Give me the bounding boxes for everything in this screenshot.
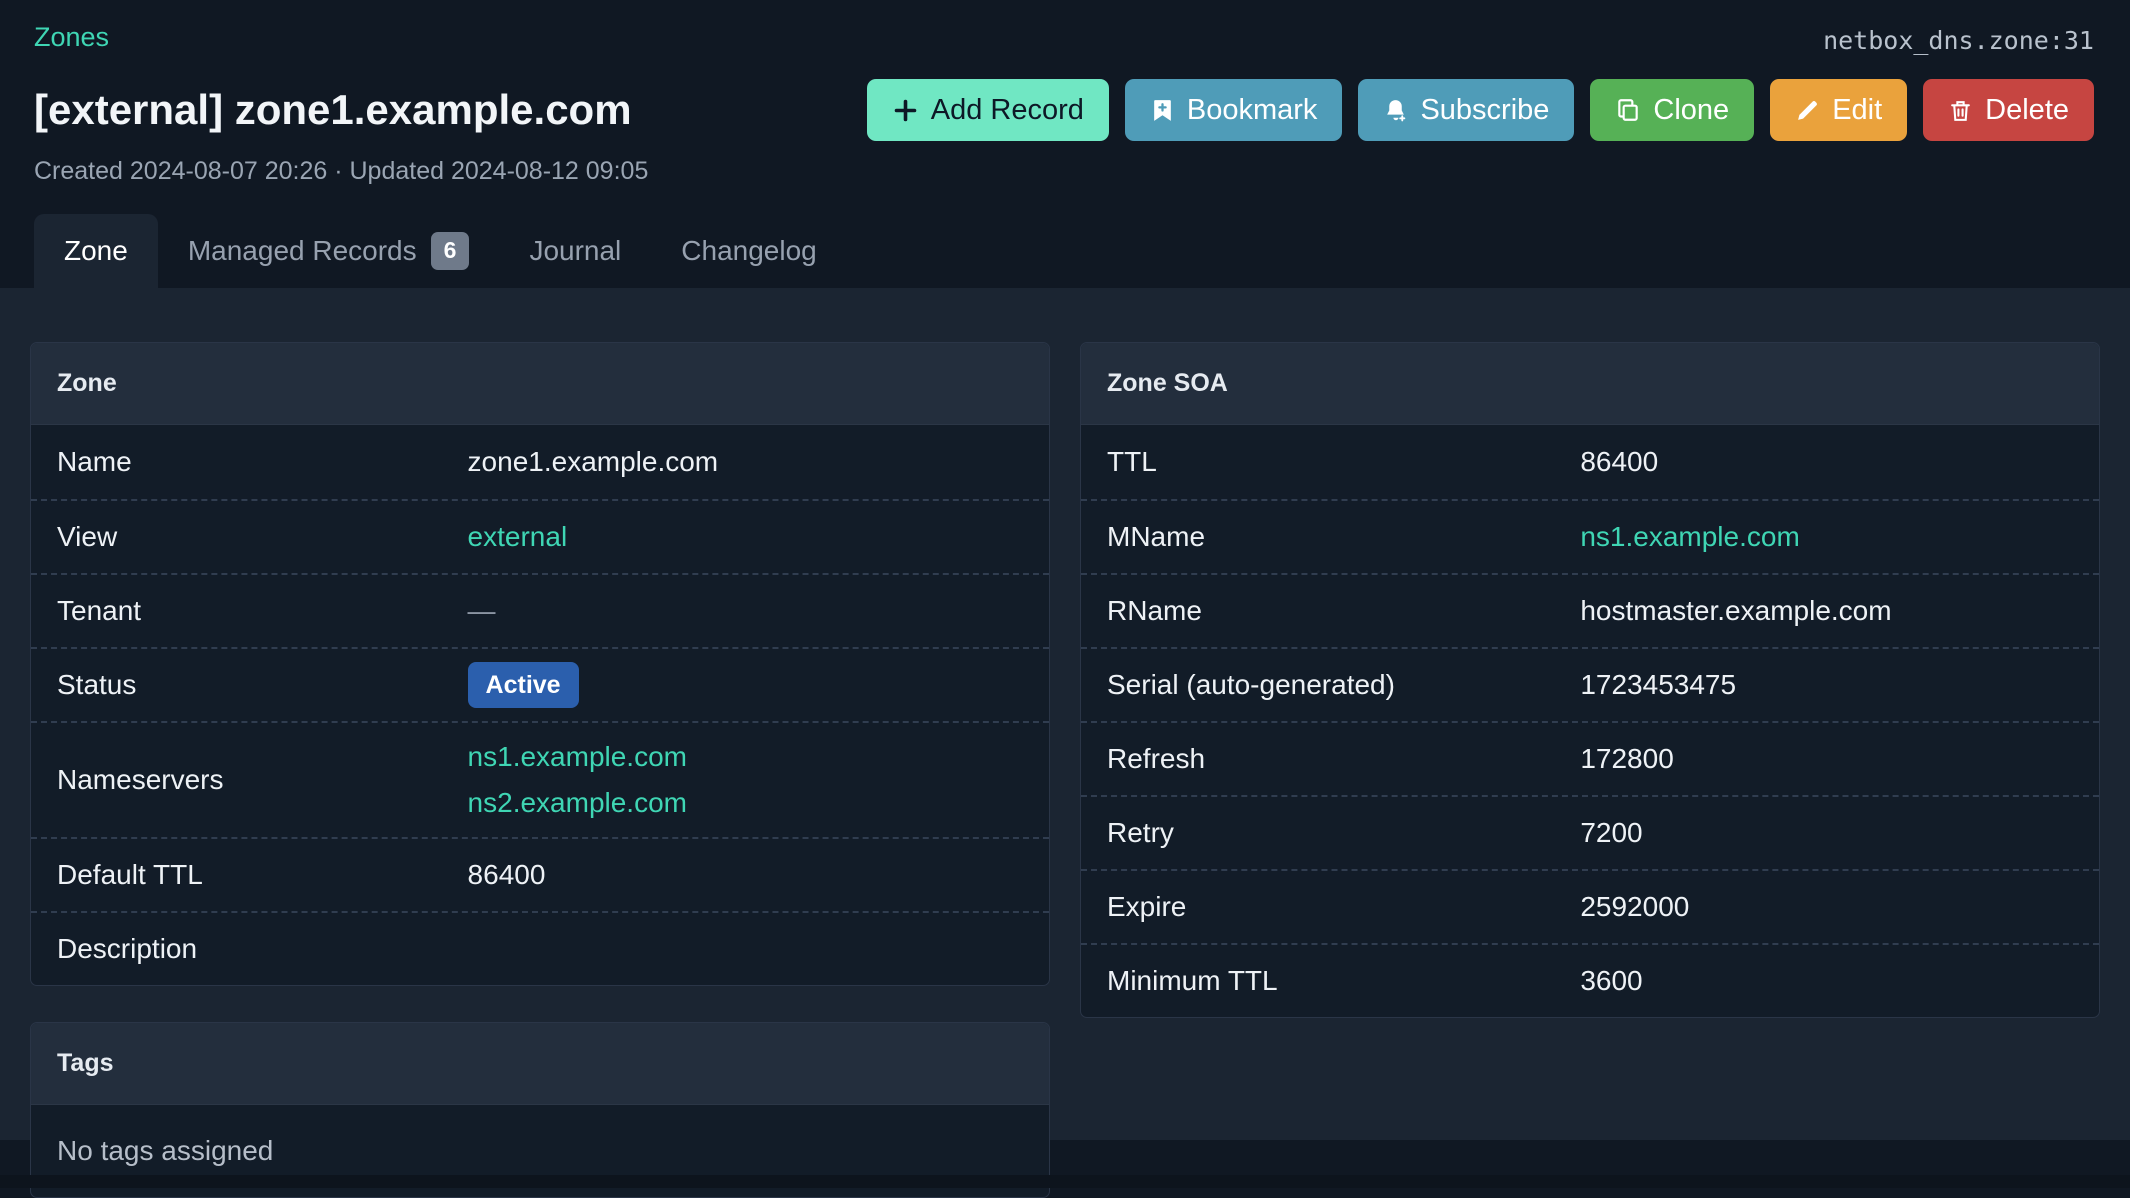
clone-button[interactable]: Clone [1590,79,1755,141]
attr-value: hostmaster.example.com [1580,595,1892,626]
attr-label: Minimum TTL [1107,965,1278,996]
bookmark-button[interactable]: Bookmark [1124,79,1343,141]
add-record-button[interactable]: Add Record [866,79,1109,141]
attr-value: zone1.example.com [467,446,719,477]
attr-label: Serial (auto-generated) [1107,669,1395,700]
bell-icon [1383,98,1408,123]
table-row-expire: Expire 2592000 [1081,869,2099,943]
attr-label: Status [57,669,137,700]
attr-label: Expire [1107,891,1187,922]
tab-zone-label: Zone [64,235,128,266]
action-buttons: Add Record Bookmark Subscribe Clone Edit… [866,79,2094,141]
bookmark-icon [1150,98,1175,123]
zone-soa-panel-title: Zone SOA [1081,343,2099,425]
attr-label: Nameservers [57,764,224,795]
tab-managed-records[interactable]: Managed Records 6 [158,214,500,288]
table-row-ttl: TTL 86400 [1081,425,2099,499]
table-row-nameservers: Nameservers ns1.example.com ns2.example.… [31,721,1049,837]
attr-value: 2592000 [1580,891,1690,922]
attr-value: 86400 [467,859,546,890]
pencil-icon [1795,98,1820,123]
tab-bar: Zone Managed Records 6 Journal Changelog [34,214,2094,288]
plus-icon [892,97,919,124]
breadcrumb: Zones [34,22,109,53]
managed-records-count-badge: 6 [430,232,470,270]
add-record-label: Add Record [930,93,1084,126]
footer-band [0,1175,2130,1188]
attr-label: Name [57,446,132,477]
object-identifier: netbox_dns.zone:31 [1823,26,2094,55]
status-badge: Active [467,662,579,708]
breadcrumb-zones-link[interactable]: Zones [34,22,109,52]
bookmark-label: Bookmark [1186,93,1318,126]
attr-label: View [57,521,118,552]
attr-value: 1723453475 [1580,669,1737,700]
edit-label: Edit [1832,93,1883,126]
attr-label: TTL [1107,446,1157,477]
table-row-minimum-ttl: Minimum TTL 3600 [1081,943,2099,1017]
attr-label: Retry [1107,817,1174,848]
nameserver-link[interactable]: ns1.example.com [468,741,687,773]
page-header: Zones netbox_dns.zone:31 [external] zone… [0,0,2130,288]
tags-panel-title: Tags [31,1023,1049,1105]
tags-panel: Tags No tags assigned [30,1022,1050,1198]
table-row-mname: MName ns1.example.com [1081,499,2099,573]
edit-button[interactable]: Edit [1770,79,1908,141]
table-row-refresh: Refresh 172800 [1081,721,2099,795]
attr-label: Refresh [1107,743,1206,774]
attr-value: 172800 [1580,743,1674,774]
delete-button[interactable]: Delete [1923,79,2094,141]
tab-journal-label: Journal [529,235,622,266]
subscribe-label: Subscribe [1420,93,1550,126]
delete-label: Delete [1985,93,2069,126]
table-row-default-ttl: Default TTL 86400 [31,837,1049,911]
tab-zone[interactable]: Zone [34,214,158,288]
attr-label: MName [1107,521,1206,552]
tab-changelog[interactable]: Changelog [651,214,846,288]
tab-changelog-label: Changelog [681,235,817,266]
table-row-description: Description [31,911,1049,985]
mname-link[interactable]: ns1.example.com [1580,521,1799,553]
attr-value: 7200 [1580,817,1643,848]
attr-label: Description [57,933,198,964]
zone-attr-table: Name zone1.example.com View external Ten… [31,425,1049,985]
view-link[interactable]: external [468,521,568,553]
clone-label: Clone [1653,93,1730,126]
attr-label: Default TTL [57,859,203,890]
page-title: [external] zone1.example.com [34,85,632,133]
table-row-view: View external [31,499,1049,573]
table-row-tenant: Tenant — [31,573,1049,647]
zone-panel: Zone Name zone1.example.com View externa… [30,342,1050,986]
tab-journal[interactable]: Journal [499,214,651,288]
right-column: Zone SOA TTL 86400 MName ns1.example.com… [1080,342,2100,1018]
soa-attr-table: TTL 86400 MName ns1.example.com RName ho… [1081,425,2099,1017]
attr-value: 86400 [1580,446,1659,477]
table-row-retry: Retry 7200 [1081,795,2099,869]
zone-panel-title: Zone [31,343,1049,425]
trash-icon [1948,98,1973,123]
zone-soa-panel: Zone SOA TTL 86400 MName ns1.example.com… [1080,342,2100,1018]
tab-managed-records-label: Managed Records [187,235,417,266]
attr-label: RName [1107,595,1202,626]
copy-icon [1615,97,1641,123]
subscribe-button[interactable]: Subscribe [1358,79,1575,141]
attr-value-empty: — [467,595,496,626]
created-updated-meta: Created 2024-08-07 20:26 · Updated 2024-… [34,157,649,185]
table-row-name: Name zone1.example.com [31,425,1049,499]
left-column: Zone Name zone1.example.com View externa… [30,342,1050,1198]
attr-value: 3600 [1580,965,1643,996]
tab-content: Zone Name zone1.example.com View externa… [0,288,2130,1198]
nameserver-link[interactable]: ns2.example.com [468,787,687,819]
attr-label: Tenant [57,595,142,626]
table-row-status: Status Active [31,647,1049,721]
table-row-rname: RName hostmaster.example.com [1081,573,2099,647]
table-row-serial: Serial (auto-generated) 1723453475 [1081,647,2099,721]
